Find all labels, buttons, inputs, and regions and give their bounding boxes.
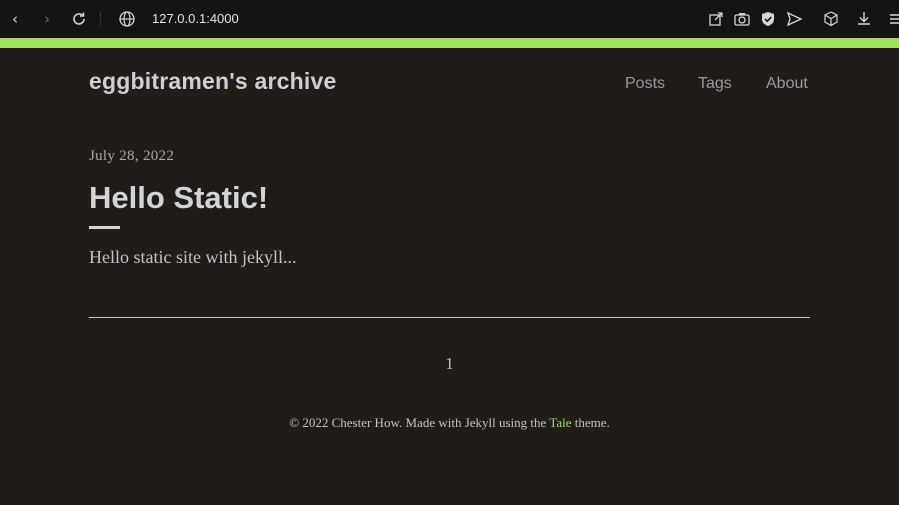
camera-icon[interactable] (733, 10, 751, 28)
footer-suffix: theme. (574, 415, 610, 430)
post-excerpt: Hello static site with jekyll... (89, 247, 297, 267)
site-title[interactable]: eggbitramen's archive (89, 68, 336, 95)
footer: © 2022 Chester How. Made with Jekyll usi… (0, 415, 899, 431)
back-arrow-icon[interactable]: ‹ (5, 9, 25, 29)
footer-theme-link[interactable]: Tale (549, 415, 571, 430)
toolbar-separator (100, 12, 101, 26)
title-underline (89, 226, 120, 229)
send-icon[interactable] (785, 10, 803, 28)
nav-tags-link[interactable]: Tags (698, 75, 732, 93)
post-title-link[interactable]: Hello Static! (89, 180, 268, 216)
shield-icon[interactable] (759, 10, 777, 28)
pagination-current-page: 1 (445, 354, 454, 373)
accent-bar (0, 38, 899, 48)
download-icon[interactable] (855, 10, 873, 28)
browser-toolbar: ‹ › 127.0.0.1:4000 (0, 0, 899, 38)
address-bar[interactable]: 127.0.0.1:4000 (152, 11, 239, 27)
share-icon[interactable] (707, 10, 725, 28)
menu-icon[interactable] (887, 10, 899, 28)
forward-arrow-icon[interactable]: › (37, 9, 57, 29)
footer-copyright: © 2022 Chester How. Made with Jekyll usi… (289, 415, 547, 430)
globe-icon[interactable] (118, 10, 136, 28)
nav-posts-link[interactable]: Posts (625, 75, 665, 93)
reload-icon[interactable] (69, 9, 89, 29)
post-date: July 28, 2022 (89, 148, 175, 164)
nav-about-link[interactable]: About (766, 75, 808, 93)
cube-icon[interactable] (822, 10, 840, 28)
content-divider (89, 317, 810, 318)
